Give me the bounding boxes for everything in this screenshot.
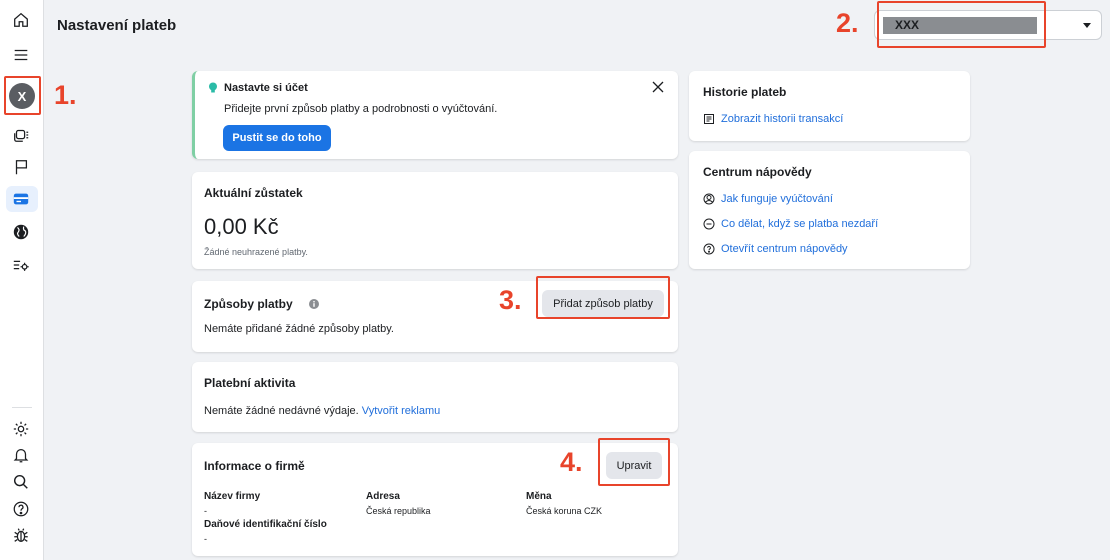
bug-report-icon[interactable] <box>10 524 32 546</box>
ad-account-selector[interactable]: XXX <box>874 10 1102 40</box>
question-circle-icon <box>703 243 715 255</box>
help-link-open-center[interactable]: Otevřít centrum nápovědy <box>703 243 848 255</box>
create-ad-link[interactable]: Vytvořit reklamu <box>362 405 440 417</box>
step-marker-4: 4. <box>560 447 583 477</box>
gear-icon[interactable] <box>10 418 32 440</box>
payment-methods-title: Způsoby platby <box>204 297 293 311</box>
lightbulb-icon <box>208 82 218 94</box>
flag-icon[interactable] <box>10 156 32 178</box>
help-center-title: Centrum nápovědy <box>703 165 812 179</box>
balance-note: Žádné neuhrazené platby. <box>204 247 308 257</box>
tax-id-value: - <box>204 534 207 544</box>
avatar[interactable]: X <box>9 83 35 109</box>
payment-history-card: Historie plateb Zobrazit historii transa… <box>689 71 970 141</box>
info-icon[interactable] <box>309 298 319 309</box>
view-transaction-history-link[interactable]: Zobrazit historii transakcí <box>703 113 843 125</box>
help-link-billing-label: Jak funguje vyúčtování <box>721 193 833 205</box>
activity-empty-text: Nemáte žádné nedávné výdaje. <box>204 405 359 417</box>
balance-title: Aktuální zůstatek <box>204 186 303 200</box>
home-icon[interactable] <box>10 9 32 31</box>
help-link-failed-payment-label: Co dělat, když se platba nezdaří <box>721 218 879 230</box>
step-marker-2: 2. <box>836 8 859 38</box>
help-link-failed-payment[interactable]: Co dělat, když se platba nezdaří <box>703 218 878 230</box>
address-value: Česká republika <box>366 506 431 516</box>
business-name-label: Název firmy <box>204 491 261 502</box>
business-name-value: - <box>204 506 207 516</box>
search-icon[interactable] <box>10 471 32 493</box>
sidebar-divider <box>12 407 32 408</box>
address-label: Adresa <box>366 491 400 502</box>
globe-icon[interactable] <box>10 221 32 243</box>
notifications-bell-icon[interactable] <box>10 444 32 466</box>
billing-info-icon <box>703 193 715 205</box>
step-marker-3: 3. <box>499 285 522 315</box>
left-sidebar: X <box>0 0 44 560</box>
payment-activity-title: Platební aktivita <box>204 376 296 390</box>
currency-value: Česká koruna CZK <box>526 506 603 516</box>
step-marker-1: 1. <box>54 80 77 110</box>
help-icon[interactable] <box>10 498 32 520</box>
close-icon[interactable] <box>652 81 664 93</box>
business-info-card: Informace o firmě Upravit Název firmy - … <box>192 443 678 556</box>
payment-methods-card: Způsoby platby Nemáte přidané žádné způs… <box>192 281 678 352</box>
currency-label: Měna <box>526 491 552 502</box>
help-link-open-center-label: Otevřít centrum nápovědy <box>721 243 848 255</box>
view-transaction-history-label: Zobrazit historii transakcí <box>721 113 844 125</box>
payment-history-title: Historie plateb <box>703 85 787 99</box>
current-balance-card: Aktuální zůstatek 0,00 Kč Žádné neuhraze… <box>192 172 678 269</box>
edit-button[interactable]: Upravit <box>606 452 662 479</box>
add-payment-method-button[interactable]: Přidat způsob platby <box>542 290 664 317</box>
setup-description: Přidejte první způsob platby a podrobnos… <box>224 103 498 115</box>
help-link-billing[interactable]: Jak funguje vyúčtování <box>703 193 833 205</box>
get-started-button[interactable]: Pustit se do toho <box>223 125 331 151</box>
payment-activity-card: Platební aktivita Nemáte žádné nedávné v… <box>192 362 678 432</box>
billing-card-icon[interactable] <box>10 188 32 210</box>
receipt-icon <box>704 114 714 124</box>
tax-id-label: Daňové identifikační číslo <box>204 519 327 530</box>
setup-account-card: Nastavte si účet Přidejte první způsob p… <box>192 71 678 159</box>
setup-title: Nastavte si účet <box>224 82 308 94</box>
help-center-card: Centrum nápovědy Jak funguje vyúčtování … <box>689 151 970 269</box>
chevron-down-icon <box>1083 23 1091 28</box>
business-info-title: Informace o firmě <box>204 459 305 473</box>
campaigns-icon[interactable] <box>10 124 32 146</box>
payment-activity-text: Nemáte žádné nedávné výdaje. Vytvořit re… <box>204 405 440 417</box>
payment-methods-empty: Nemáte přidané žádné způsoby platby. <box>204 323 394 335</box>
account-name: XXX <box>883 17 1037 34</box>
minus-circle-icon <box>703 218 715 230</box>
page-title: Nastavení plateb <box>57 17 177 34</box>
settings-list-icon[interactable] <box>10 254 32 276</box>
menu-icon[interactable] <box>10 44 32 66</box>
balance-amount: 0,00 Kč <box>204 214 279 239</box>
